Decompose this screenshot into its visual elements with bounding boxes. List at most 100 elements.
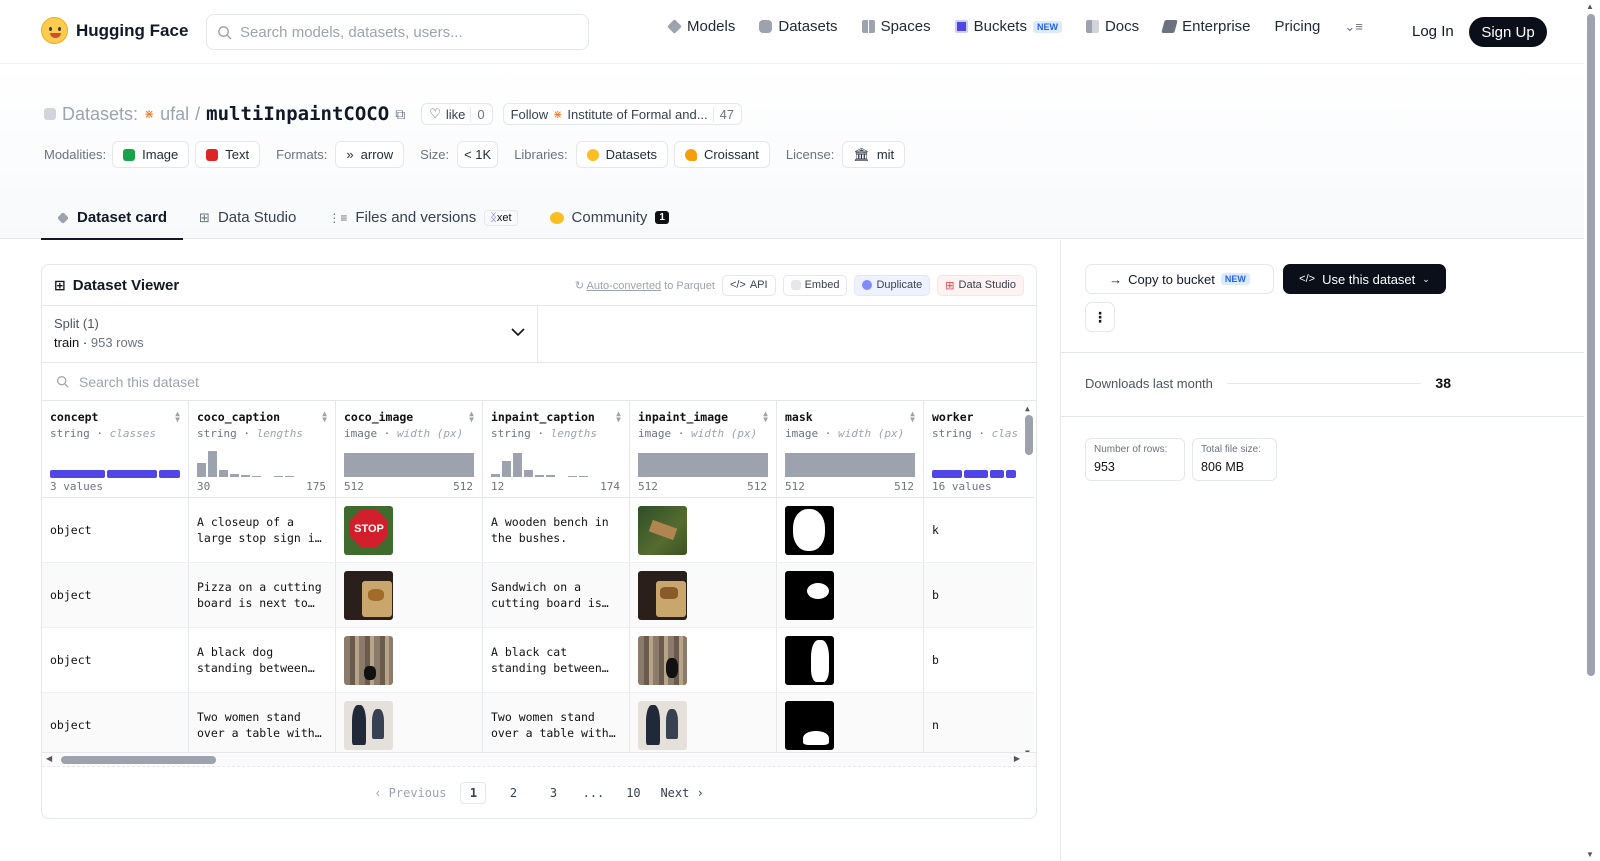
nav-datasets[interactable]: Datasets bbox=[759, 18, 838, 35]
cell-mask[interactable] bbox=[777, 498, 924, 562]
datasets-prefix[interactable]: Datasets: bbox=[62, 104, 138, 125]
nav-buckets[interactable]: Buckets NEW bbox=[954, 18, 1062, 35]
sort-icon[interactable]: ▲ ▼ bbox=[175, 410, 180, 424]
sort-icon[interactable]: ▲ ▼ bbox=[322, 410, 327, 424]
nav-enterprise[interactable]: Enterprise bbox=[1161, 18, 1251, 35]
women-table-thumbnail[interactable] bbox=[344, 700, 393, 750]
library-datasets-tag[interactable]: Datasets bbox=[575, 141, 668, 168]
scroll-thumb[interactable] bbox=[1025, 415, 1033, 455]
tab-files-versions[interactable]: ⋮≡ Files and versions ᛝxet bbox=[312, 197, 533, 240]
cell-coco-image[interactable] bbox=[336, 628, 483, 692]
bench-thumbnail[interactable] bbox=[638, 505, 687, 555]
copy-to-bucket-button[interactable]: → Copy to bucket NEW bbox=[1085, 264, 1274, 294]
signup-button[interactable]: Sign Up bbox=[1469, 17, 1547, 47]
next-page-button[interactable]: Next › bbox=[660, 782, 703, 804]
pizza-thumbnail[interactable] bbox=[344, 570, 393, 620]
scroll-thumb[interactable] bbox=[1587, 14, 1595, 676]
follow-button[interactable]: Follow ⋇ Institute of Formal and... 47 bbox=[502, 103, 743, 125]
column-header-inpaint-image[interactable]: inpaint_image image · width (px) ▲ ▼ 512 5… bbox=[630, 401, 777, 497]
sort-icon[interactable]: ▲ ▼ bbox=[763, 410, 768, 424]
cell-inpaint-image[interactable] bbox=[630, 498, 777, 562]
column-header-coco-image[interactable]: coco_image image · width (px) ▲ ▼ 512 512 bbox=[336, 401, 483, 497]
like-button[interactable]: ♡ like 0 bbox=[421, 103, 493, 125]
mask-thumbnail[interactable] bbox=[785, 505, 834, 555]
repo-owner[interactable]: ufal bbox=[160, 104, 189, 125]
column-header-inpaint-caption[interactable]: inpaint_caption string · lengths ▲ ▼ 12 17… bbox=[483, 401, 630, 497]
use-this-dataset-button[interactable]: </> Use this dataset ⌄ bbox=[1283, 264, 1446, 294]
global-search[interactable] bbox=[206, 14, 589, 50]
duplicate-button[interactable]: Duplicate bbox=[854, 274, 931, 296]
cell-coco-image[interactable]: STOP bbox=[336, 498, 483, 562]
tab-dataset-card[interactable]: Dataset card bbox=[41, 197, 184, 240]
data-studio-button[interactable]: ⊞ Data Studio bbox=[937, 274, 1024, 296]
sandwich-thumbnail[interactable] bbox=[638, 570, 687, 620]
women-table-thumbnail[interactable] bbox=[638, 700, 687, 750]
scroll-right-arrow[interactable]: ▶ bbox=[1014, 754, 1020, 763]
size-tag[interactable]: < 1K bbox=[457, 141, 499, 168]
repo-name[interactable]: multiInpaintCOCO bbox=[206, 103, 389, 125]
cell-inpaint-image[interactable] bbox=[630, 628, 777, 692]
nav-models[interactable]: Models bbox=[667, 18, 735, 35]
cat-thumbnail[interactable] bbox=[638, 635, 687, 685]
nav-more-menu[interactable]: ⌄≡ bbox=[1344, 19, 1362, 35]
column-header-worker[interactable]: worker string · clas 16 values bbox=[924, 401, 1034, 497]
column-header-concept[interactable]: concept string · classes ▲ ▼ 3 values bbox=[42, 401, 189, 497]
cell-mask[interactable] bbox=[777, 693, 924, 757]
modality-text-tag[interactable]: Text bbox=[195, 141, 261, 168]
table-row[interactable]: object Two women stand over a table with… bbox=[42, 693, 1034, 758]
sort-icon[interactable]: ▲ ▼ bbox=[616, 410, 621, 424]
cell-inpaint-image[interactable] bbox=[630, 693, 777, 757]
column-header-coco-caption[interactable]: coco_caption string · lengths ▲ ▼ 30 175 bbox=[189, 401, 336, 497]
sort-icon[interactable]: ▲ ▼ bbox=[469, 410, 474, 424]
table-vertical-scrollbar[interactable]: ▲ ▼ bbox=[1025, 405, 1033, 757]
page-3-button[interactable]: 3 bbox=[540, 782, 566, 804]
library-croissant-tag[interactable]: Croissant bbox=[673, 141, 770, 168]
more-options-button[interactable]: ⋮ bbox=[1085, 302, 1115, 332]
cell-mask[interactable] bbox=[777, 628, 924, 692]
sort-icon[interactable]: ▲ ▼ bbox=[910, 410, 915, 424]
page-1-button[interactable]: 1 bbox=[460, 781, 487, 804]
dataset-search[interactable]: Search this dataset bbox=[42, 363, 1036, 401]
page-2-button[interactable]: 2 bbox=[500, 782, 526, 804]
scroll-down-arrow[interactable]: ▼ bbox=[1586, 850, 1594, 859]
scroll-left-arrow[interactable]: ◀ bbox=[46, 754, 52, 763]
cell-mask[interactable] bbox=[777, 563, 924, 627]
modality-image-tag[interactable]: Image bbox=[112, 141, 190, 168]
nav-spaces[interactable]: Spaces bbox=[861, 18, 931, 35]
mask-thumbnail[interactable] bbox=[785, 700, 834, 750]
license-tag[interactable]: 🏛︎ mit bbox=[842, 141, 906, 168]
nav-docs[interactable]: Docs bbox=[1085, 18, 1139, 35]
table-row[interactable]: object A black dog standing between… A b… bbox=[42, 628, 1034, 693]
global-search-input[interactable] bbox=[240, 23, 560, 41]
hf-logo-link[interactable]: Hugging Face bbox=[41, 17, 188, 44]
split-dropdown[interactable]: Split (1) train · 953 rows bbox=[42, 306, 538, 362]
scroll-up-arrow[interactable]: ▲ bbox=[1586, 2, 1594, 11]
cell-coco-image[interactable] bbox=[336, 563, 483, 627]
stop-sign-thumbnail[interactable]: STOP bbox=[344, 505, 393, 555]
tab-data-studio[interactable]: ⊞ Data Studio bbox=[183, 197, 312, 240]
tab-community[interactable]: Community 1 bbox=[534, 197, 685, 240]
parquet-link[interactable]: Auto-converted bbox=[587, 280, 662, 292]
scroll-thumb[interactable] bbox=[61, 756, 216, 764]
page-10-button[interactable]: 10 bbox=[620, 782, 646, 804]
dog-thumbnail[interactable] bbox=[344, 635, 393, 685]
copy-icon[interactable]: ⧉ bbox=[395, 106, 405, 123]
nav-pricing[interactable]: Pricing bbox=[1275, 18, 1321, 35]
hf-logo-icon bbox=[41, 17, 68, 44]
cell-coco-image[interactable] bbox=[336, 693, 483, 757]
table-horizontal-scrollbar[interactable]: ◀ ▶ bbox=[42, 752, 1036, 766]
column-header-mask[interactable]: mask image · width (px) ▲ ▼ 512 512 bbox=[777, 401, 924, 497]
scroll-up-arrow[interactable]: ▲ bbox=[1025, 405, 1033, 413]
tab-label: Data Studio bbox=[217, 209, 297, 226]
cell-inpaint-image[interactable] bbox=[630, 563, 777, 627]
mask-thumbnail[interactable] bbox=[785, 570, 834, 620]
api-button[interactable]: </> API bbox=[721, 274, 776, 296]
mask-thumbnail[interactable] bbox=[785, 635, 834, 685]
table-row[interactable]: object A closeup of a large stop sign i…… bbox=[42, 498, 1034, 563]
table-row[interactable]: object Pizza on a cutting board is next … bbox=[42, 563, 1034, 628]
previous-page-button[interactable]: ‹ Previous bbox=[374, 782, 446, 804]
page-scrollbar[interactable]: ▲ ▼ bbox=[1584, 0, 1600, 861]
embed-button[interactable]: Embed bbox=[782, 274, 848, 296]
format-tag[interactable]: » arrow bbox=[335, 141, 405, 168]
login-link[interactable]: Log In bbox=[1412, 23, 1454, 40]
